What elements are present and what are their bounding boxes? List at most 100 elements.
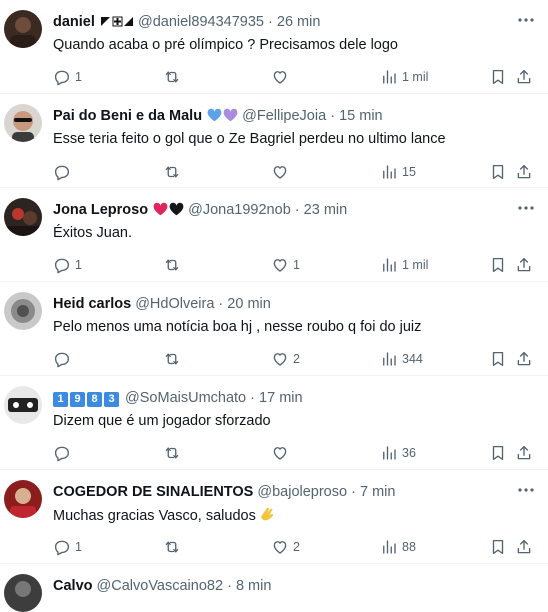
handle[interactable]: @SoMaisUmchato xyxy=(125,390,246,406)
views-button[interactable]: 1 mil xyxy=(380,67,428,87)
view-count: 15 xyxy=(402,165,416,179)
more-icon[interactable] xyxy=(516,480,536,500)
reply-count: 1 xyxy=(75,540,82,554)
like-button[interactable]: 1 xyxy=(271,255,300,275)
handle[interactable]: @HdOlveira xyxy=(135,296,214,312)
views-icon xyxy=(380,444,398,462)
like-button[interactable] xyxy=(271,162,293,182)
display-name[interactable]: Calvo xyxy=(53,578,93,594)
views-button[interactable]: 36 xyxy=(380,443,416,463)
reply-button[interactable]: 1 xyxy=(53,255,82,275)
share-button[interactable] xyxy=(515,443,533,463)
retweet-button[interactable] xyxy=(163,537,185,557)
reply-post[interactable]: 1983 @SoMaisUmchato · 17 min Dizem que é… xyxy=(0,375,548,469)
timestamp[interactable]: 15 min xyxy=(339,108,383,124)
like-button[interactable] xyxy=(271,443,293,463)
like-button[interactable] xyxy=(271,67,293,87)
action-bar: 1 1 mil xyxy=(53,67,536,87)
separator: · xyxy=(227,578,232,594)
bookmark-button[interactable] xyxy=(489,349,507,369)
post-header: Jona Leproso @Jona1992nob · 23 min xyxy=(53,200,508,220)
handle[interactable]: @FellipeJoia xyxy=(242,108,326,124)
bookmark-button[interactable] xyxy=(489,255,507,275)
view-count: 88 xyxy=(402,540,416,554)
timestamp[interactable]: 26 min xyxy=(277,14,321,30)
retweet-button[interactable] xyxy=(163,67,185,87)
handle[interactable]: @Jona1992nob xyxy=(188,202,291,218)
action-bar: 36 xyxy=(53,443,536,463)
reply-button[interactable] xyxy=(53,349,75,369)
reply-button[interactable]: 1 xyxy=(53,67,82,87)
avatar[interactable] xyxy=(4,198,42,236)
more-icon[interactable] xyxy=(516,198,536,218)
more-icon[interactable] xyxy=(516,10,536,30)
clapping-hands-emoji xyxy=(259,505,277,528)
avatar[interactable] xyxy=(4,104,42,142)
share-button[interactable] xyxy=(515,537,533,557)
share-button[interactable] xyxy=(515,349,533,369)
purple-heart-emoji xyxy=(223,108,238,126)
reply-count: 1 xyxy=(75,70,82,84)
views-icon xyxy=(380,538,398,556)
avatar[interactable] xyxy=(4,480,42,518)
reply-button[interactable] xyxy=(53,443,75,463)
heart-icon xyxy=(271,444,289,462)
retweet-button[interactable] xyxy=(163,349,185,369)
avatar[interactable] xyxy=(4,386,42,424)
handle[interactable]: @daniel894347935 xyxy=(138,14,264,30)
display-name[interactable]: Heid carlos xyxy=(53,296,131,312)
share-button[interactable] xyxy=(515,67,533,87)
timestamp[interactable]: 17 min xyxy=(259,390,303,406)
bookmark-button[interactable] xyxy=(489,443,507,463)
handle[interactable]: @CalvoVascaino82 xyxy=(97,578,224,594)
bookmark-button[interactable] xyxy=(489,162,507,182)
retweet-icon xyxy=(163,163,181,181)
retweet-button[interactable] xyxy=(163,443,185,463)
display-name[interactable]: 1983 xyxy=(53,390,121,407)
views-button[interactable]: 88 xyxy=(380,537,416,557)
timestamp[interactable]: 7 min xyxy=(360,484,395,500)
reply-post[interactable]: COGEDOR DE SINALIENTOS @bajoleproso · 7 … xyxy=(0,469,548,563)
display-name[interactable]: COGEDOR DE SINALIENTOS xyxy=(53,484,253,500)
retweet-button[interactable] xyxy=(163,255,185,275)
reply-icon xyxy=(53,538,71,556)
display-name[interactable]: Jona Leproso xyxy=(53,202,148,218)
display-name[interactable]: Pai do Beni e da Malu xyxy=(53,108,202,124)
reply-post[interactable]: daniel @daniel894347935 · 26 min Quando … xyxy=(0,0,548,93)
avatar[interactable] xyxy=(4,292,42,330)
display-name[interactable]: daniel xyxy=(53,14,95,30)
reply-button[interactable] xyxy=(53,162,75,182)
retweet-icon xyxy=(163,444,181,462)
timestamp[interactable]: 8 min xyxy=(236,578,271,594)
handle[interactable]: @bajoleproso xyxy=(257,484,347,500)
like-count: 2 xyxy=(293,352,300,366)
views-button[interactable]: 344 xyxy=(380,349,423,369)
retweet-button[interactable] xyxy=(163,162,185,182)
like-button[interactable]: 2 xyxy=(271,537,300,557)
views-button[interactable]: 15 xyxy=(380,162,416,182)
like-button[interactable]: 2 xyxy=(271,349,300,369)
heart-icon xyxy=(271,163,289,181)
post-header: 1983 @SoMaisUmchato · 17 min xyxy=(53,388,508,408)
reply-post[interactable]: Pai do Beni e da Malu @FellipeJoia · 15 … xyxy=(0,93,548,187)
share-button[interactable] xyxy=(515,255,533,275)
reply-post[interactable]: Calvo @CalvoVascaino82 · 8 min xyxy=(0,563,548,612)
post-text-row: Muchas gracias Vasco, saludos xyxy=(53,505,536,528)
share-icon xyxy=(515,68,533,86)
post-text: Esse teria feito o gol que o Ze Bagriel … xyxy=(53,131,446,147)
reply-post[interactable]: Heid carlos @HdOlveira · 20 min Pelo men… xyxy=(0,281,548,375)
reply-button[interactable]: 1 xyxy=(53,537,82,557)
avatar[interactable] xyxy=(4,10,42,48)
reply-count: 1 xyxy=(75,258,82,272)
separator: · xyxy=(294,202,300,218)
share-icon xyxy=(515,350,533,368)
bookmark-button[interactable] xyxy=(489,67,507,87)
bookmark-button[interactable] xyxy=(489,537,507,557)
avatar[interactable] xyxy=(4,574,42,612)
views-button[interactable]: 1 mil xyxy=(380,255,428,275)
timestamp[interactable]: 20 min xyxy=(227,296,271,312)
timestamp[interactable]: 23 min xyxy=(304,202,348,218)
bookmark-icon xyxy=(489,68,507,86)
reply-post[interactable]: Jona Leproso @Jona1992nob · 23 min Éxito… xyxy=(0,187,548,281)
share-button[interactable] xyxy=(515,162,533,182)
